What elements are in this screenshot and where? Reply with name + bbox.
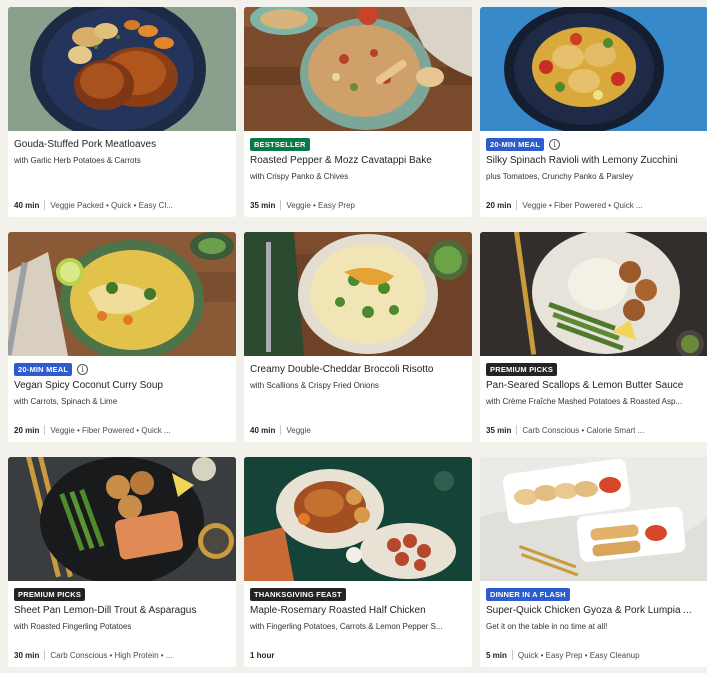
recipe-image[interactable] bbox=[480, 232, 707, 356]
twenty-min-meal-badge: 20-MIN MEAL bbox=[14, 363, 73, 376]
cook-time: 35 min bbox=[486, 425, 512, 435]
divider bbox=[44, 425, 46, 435]
recipe-card[interactable]: 20-MIN MEAL i Silky Spinach Ravioli with… bbox=[480, 7, 707, 217]
recipe-image[interactable] bbox=[8, 7, 236, 131]
recipe-card[interactable]: Creamy Double-Cheddar Broccoli Risotto w… bbox=[244, 232, 472, 442]
divider bbox=[516, 425, 518, 435]
recipe-image[interactable] bbox=[480, 457, 707, 581]
recipe-meta: 5 min Quick • Easy Prep • Easy Cleanup bbox=[486, 649, 702, 661]
recipe-title[interactable]: Creamy Double-Cheddar Broccoli Risotto bbox=[250, 363, 466, 376]
cook-time: 40 min bbox=[250, 425, 276, 435]
recipe-card[interactable]: BESTSELLER Roasted Pepper & Mozz Cavatap… bbox=[244, 7, 472, 217]
badge-row: THANKSGIVING FEAST bbox=[250, 588, 466, 601]
recipe-title[interactable]: Pan-Seared Scallops & Lemon Butter Sauce bbox=[486, 379, 702, 392]
recipe-tags: Veggie Packed • Quick • Easy Cl... bbox=[50, 200, 173, 210]
cook-time: 40 min bbox=[14, 200, 40, 210]
badge-row: 20-MIN MEAL i bbox=[14, 363, 230, 376]
recipe-card[interactable]: DINNER IN A FLASH Super-Quick Chicken Gy… bbox=[480, 457, 707, 667]
premium-picks-badge: PREMIUM PICKS bbox=[14, 588, 86, 601]
badge-row: DINNER IN A FLASH bbox=[486, 588, 702, 601]
recipe-subtitle: plus Tomatoes, Crunchy Panko & Parsley bbox=[486, 172, 634, 181]
recipe-image[interactable] bbox=[244, 457, 472, 581]
cook-time: 20 min bbox=[486, 200, 512, 210]
recipe-subtitle: with Scallions & Crispy Fried Onions bbox=[250, 381, 379, 390]
badge-row: PREMIUM PICKS bbox=[486, 363, 702, 376]
recipe-grid: Gouda-Stuffed Pork Meatloaves with Garli… bbox=[0, 0, 707, 673]
recipe-tags: Veggie • Fiber Powered • Quick ... bbox=[50, 425, 171, 435]
recipe-tags: Carb Conscious • High Protein • ... bbox=[50, 650, 173, 660]
recipe-title[interactable]: Vegan Spicy Coconut Curry Soup bbox=[14, 379, 230, 392]
recipe-subtitle: with Carrots, Spinach & Lime bbox=[14, 397, 118, 406]
recipe-card[interactable]: PREMIUM PICKS Pan-Seared Scallops & Lemo… bbox=[480, 232, 707, 442]
recipe-subtitle: with Garlic Herb Potatoes & Carrots bbox=[14, 156, 141, 165]
divider bbox=[44, 200, 46, 210]
twenty-min-meal-badge: 20-MIN MEAL bbox=[486, 138, 545, 151]
divider bbox=[511, 650, 513, 660]
badge-row: 20-MIN MEAL i bbox=[486, 138, 702, 151]
recipe-title[interactable]: Sheet Pan Lemon-Dill Trout & Asparagus bbox=[14, 604, 230, 617]
recipe-title[interactable]: Silky Spinach Ravioli with Lemony Zucchi… bbox=[486, 154, 702, 167]
bestseller-badge: BESTSELLER bbox=[250, 138, 310, 151]
recipe-tags: Veggie • Easy Prep bbox=[286, 200, 355, 210]
cook-time: 35 min bbox=[250, 200, 276, 210]
thanksgiving-feast-badge: THANKSGIVING FEAST bbox=[250, 588, 346, 601]
recipe-meta: 20 min Veggie • Fiber Powered • Quick ..… bbox=[486, 199, 702, 211]
recipe-meta: 40 min Veggie Packed • Quick • Easy Cl..… bbox=[14, 199, 230, 211]
recipe-subtitle: with Roasted Fingerling Potatoes bbox=[14, 622, 132, 631]
recipe-title[interactable]: Super-Quick Chicken Gyoza & Pork Lumpia … bbox=[486, 604, 702, 617]
recipe-card[interactable]: Gouda-Stuffed Pork Meatloaves with Garli… bbox=[8, 7, 236, 217]
cook-time: 20 min bbox=[14, 425, 40, 435]
recipe-image[interactable] bbox=[480, 7, 707, 131]
recipe-title[interactable]: Maple-Rosemary Roasted Half Chicken bbox=[250, 604, 466, 617]
divider bbox=[280, 425, 282, 435]
recipe-subtitle: with Fingerling Potatoes, Carrots & Lemo… bbox=[250, 622, 443, 631]
recipe-card[interactable]: 20-MIN MEAL i Vegan Spicy Coconut Curry … bbox=[8, 232, 236, 442]
info-icon[interactable]: i bbox=[77, 364, 89, 375]
recipe-image[interactable] bbox=[8, 457, 236, 581]
recipe-title[interactable]: Gouda-Stuffed Pork Meatloaves bbox=[14, 138, 230, 151]
recipe-card[interactable]: PREMIUM PICKS Sheet Pan Lemon-Dill Trout… bbox=[8, 457, 236, 667]
divider bbox=[280, 200, 282, 210]
premium-picks-badge: PREMIUM PICKS bbox=[486, 363, 558, 376]
recipe-image[interactable] bbox=[8, 232, 236, 356]
recipe-meta: 20 min Veggie • Fiber Powered • Quick ..… bbox=[14, 424, 230, 436]
badge-row: BESTSELLER bbox=[250, 138, 466, 151]
recipe-tags: Carb Conscious • Calorie Smart ... bbox=[522, 425, 645, 435]
recipe-meta: 30 min Carb Conscious • High Protein • .… bbox=[14, 649, 230, 661]
recipe-title[interactable]: Roasted Pepper & Mozz Cavatappi Bake bbox=[250, 154, 466, 167]
recipe-meta: 35 min Carb Conscious • Calorie Smart ..… bbox=[486, 424, 702, 436]
recipe-meta: 35 min Veggie • Easy Prep bbox=[250, 199, 466, 211]
recipe-card[interactable]: THANKSGIVING FEAST Maple-Rosemary Roaste… bbox=[244, 457, 472, 667]
recipe-meta: 40 min Veggie bbox=[250, 424, 466, 436]
cook-time: 1 hour bbox=[250, 650, 275, 660]
recipe-tags: Quick • Easy Prep • Easy Cleanup bbox=[517, 650, 640, 660]
badge-row: PREMIUM PICKS bbox=[14, 588, 230, 601]
recipe-subtitle: with Crème Fraîche Mashed Potatoes & Roa… bbox=[486, 397, 683, 406]
recipe-image[interactable] bbox=[244, 232, 472, 356]
recipe-tags: Veggie bbox=[286, 425, 311, 435]
recipe-subtitle: with Crispy Panko & Chives bbox=[250, 172, 349, 181]
recipe-subtitle: Get it on the table in no time at all! bbox=[486, 622, 608, 631]
dinner-in-a-flash-badge: DINNER IN A FLASH bbox=[486, 588, 570, 601]
info-icon[interactable]: i bbox=[549, 139, 561, 150]
cook-time: 5 min bbox=[486, 650, 507, 660]
divider bbox=[516, 200, 518, 210]
recipe-meta: 1 hour bbox=[250, 649, 466, 661]
recipe-image[interactable] bbox=[244, 7, 472, 131]
divider bbox=[44, 650, 46, 660]
recipe-tags: Veggie • Fiber Powered • Quick ... bbox=[522, 200, 643, 210]
cook-time: 30 min bbox=[14, 650, 40, 660]
